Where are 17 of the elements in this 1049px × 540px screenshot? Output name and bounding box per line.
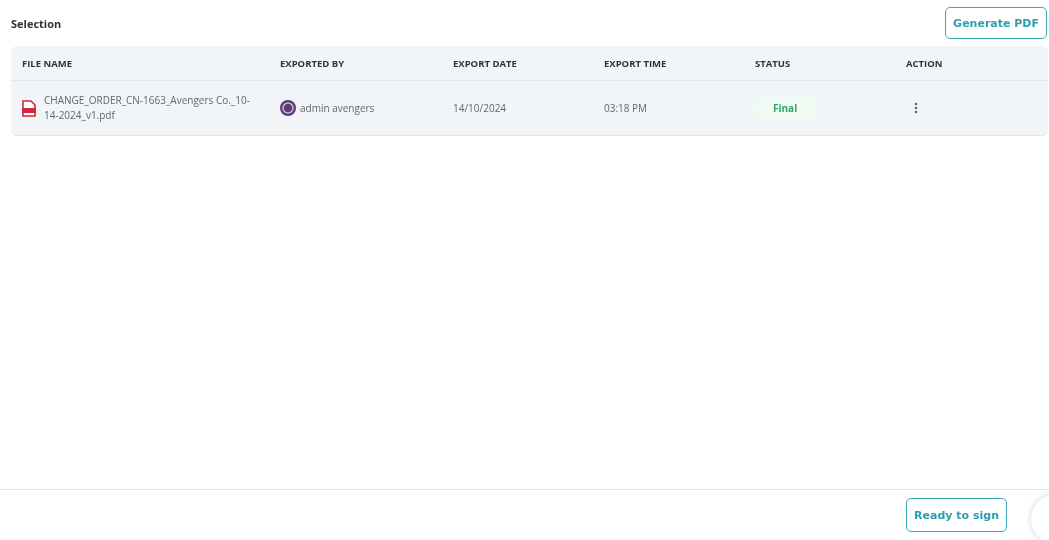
column-header: STATUS [755,56,792,70]
export-time: 03:18 PM [604,101,649,115]
section-title: Selection [11,15,62,31]
ready-to-sign-button[interactable]: Ready to sign [906,498,1007,532]
status-badge: Final [753,96,818,120]
pdf-file-icon [22,99,36,117]
user-name: admin avengers [300,101,375,115]
column-header: EXPORT TIME [604,56,668,70]
column-header: EXPORTED BY [280,56,346,70]
file-name: CHANGE_ORDER_CN-1663_Avengers Co._10-14-2024_v1.pdf [44,93,251,123]
generate-pdf-button[interactable]: Generate PDF [945,7,1047,39]
column-header: ACTION [906,56,944,70]
column-header: EXPORT DATE [453,56,518,70]
export-date: 14/10/2024 [453,101,508,115]
avatar-icon [280,100,296,116]
column-header: FILE NAME [22,56,74,70]
more-options-icon[interactable] [914,102,918,114]
